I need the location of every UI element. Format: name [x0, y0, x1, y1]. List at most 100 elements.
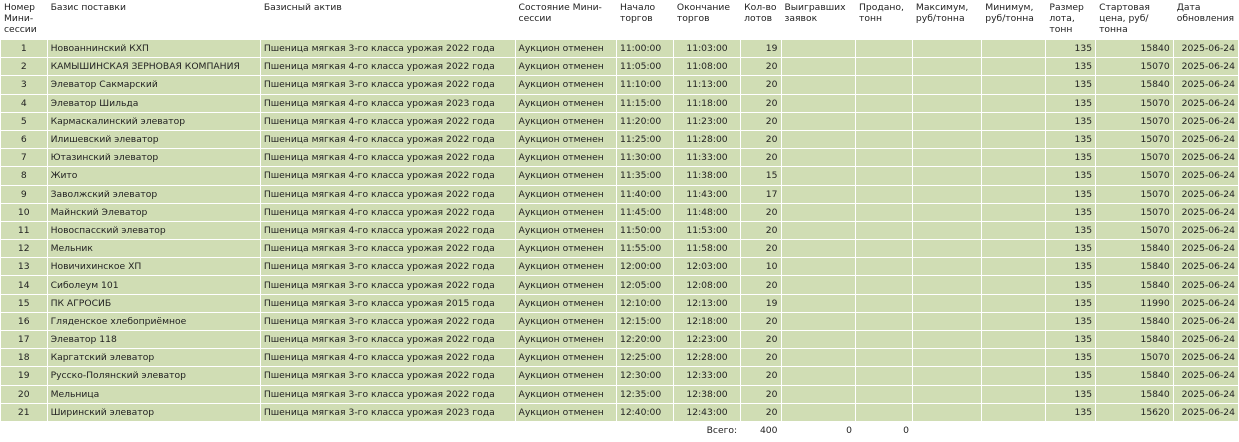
cell-delivery-basis: Майнский Элеватор: [47, 203, 260, 221]
cell-lots-count: 20: [741, 312, 781, 330]
cell-trade-start: 12:25:00: [616, 349, 673, 367]
cell-base-asset: Пшеница мягкая 3-го класса урожая 2022 г…: [260, 276, 515, 294]
cell-session-number: 19: [1, 367, 47, 385]
cell-base-asset: Пшеница мягкая 4-го класса урожая 2022 г…: [260, 349, 515, 367]
cell-trade-end: 11:03:00: [673, 40, 741, 58]
table-row: 6 Илишевский элеватор Пшеница мягкая 4-го …: [1, 130, 1238, 149]
cell-winning-bids: [781, 221, 856, 240]
header-max-price: Максимум, руб/тонна: [915, 2, 969, 24]
cell-max-price: [912, 258, 982, 276]
cell-sold-tons: [856, 403, 912, 421]
cell-session-number: 21: [1, 403, 47, 421]
cell-max-price: [912, 276, 982, 294]
cell-lot-size: 135: [1046, 167, 1096, 185]
totals-spacer: [1, 421, 673, 440]
cell-winning-bids: [781, 185, 856, 203]
cell-trade-end: 12:43:00: [673, 403, 741, 421]
cell-delivery-basis: Ютазинский элеватор: [47, 149, 260, 167]
table-row: 10 Майнский Элеватор Пшеница мягкая 4-го к…: [1, 203, 1238, 221]
cell-session-state: Аукцион отменен: [515, 76, 616, 94]
cell-trade-start: 11:30:00: [616, 149, 673, 167]
header-row: Номер Мини-сессии Базис поставки Базисный …: [1, 1, 1238, 39]
cell-trade-start: 12:40:00: [616, 403, 673, 421]
table-row: 5 Кармаскалинский элеватор Пшеница мягкая …: [1, 112, 1238, 130]
cell-trade-end: 11:18:00: [673, 94, 741, 112]
cell-min-price: [982, 185, 1046, 203]
cell-trade-end: 11:53:00: [673, 221, 741, 240]
cell-start-price: 15070: [1096, 349, 1173, 367]
cell-min-price: [982, 221, 1046, 240]
cell-winning-bids: [781, 276, 856, 294]
cell-winning-bids: [781, 203, 856, 221]
cell-start-price: 15070: [1096, 94, 1173, 112]
cell-session-number: 18: [1, 349, 47, 367]
cell-delivery-basis: Русско-Полянский элеватор: [47, 367, 260, 385]
cell-base-asset: Пшеница мягкая 4-го класса урожая 2022 г…: [260, 167, 515, 185]
cell-trade-start: 11:05:00: [616, 58, 673, 76]
cell-base-asset: Пшеница мягкая 4-го класса урожая 2022 г…: [260, 149, 515, 167]
cell-base-asset: Пшеница мягкая 4-го класса урожая 2023 г…: [260, 94, 515, 112]
table-row: 18 Каргатский элеватор Пшеница мягкая 4-го…: [1, 349, 1238, 367]
cell-trade-start: 11:45:00: [616, 203, 673, 221]
cell-base-asset: Пшеница мягкая 4-го класса урожая 2022 г…: [260, 58, 515, 76]
cell-trade-start: 12:30:00: [616, 367, 673, 385]
cell-update-date: 2025-06-24: [1173, 185, 1238, 203]
cell-max-price: [912, 294, 982, 312]
cell-winning-bids: [781, 58, 856, 76]
table-row: 13 Новичихинское ХП Пшеница мягкая 3-го кл…: [1, 258, 1238, 276]
cell-trade-end: 12:03:00: [673, 258, 741, 276]
table-row: 4 Элеватор Шильда Пшеница мягкая 4-го клас…: [1, 94, 1238, 112]
cell-trade-start: 12:10:00: [616, 294, 673, 312]
cell-trade-end: 12:28:00: [673, 349, 741, 367]
cell-lots-count: 20: [741, 276, 781, 294]
cell-winning-bids: [781, 312, 856, 330]
cell-sold-tons: [856, 112, 912, 130]
cell-base-asset: Пшеница мягкая 3-го класса урожая 2022 г…: [260, 240, 515, 258]
table-row: 12 Мельник Пшеница мягкая 3-го класса урож…: [1, 240, 1238, 258]
cell-lot-size: 135: [1046, 258, 1096, 276]
cell-sold-tons: [856, 167, 912, 185]
totals-label: Всего:: [673, 421, 741, 440]
cell-session-state: Аукцион отменен: [515, 40, 616, 58]
cell-start-price: 15620: [1096, 403, 1173, 421]
header-lots-count: Кол-во лотов: [744, 2, 777, 24]
cell-update-date: 2025-06-24: [1173, 240, 1238, 258]
cell-lot-size: 135: [1046, 221, 1096, 240]
cell-base-asset: Пшеница мягкая 4-го класса урожая 2022 г…: [260, 185, 515, 203]
cell-lot-size: 135: [1046, 349, 1096, 367]
header-winning-bids: Выигравших заявок: [784, 2, 846, 24]
cell-lots-count: 20: [741, 58, 781, 76]
cell-session-state: Аукцион отменен: [515, 312, 616, 330]
cell-delivery-basis: Кармаскалинский элеватор: [47, 112, 260, 130]
cell-max-price: [912, 221, 982, 240]
cell-start-price: 15070: [1096, 167, 1173, 185]
cell-delivery-basis: Новоаннинский КХП: [47, 40, 260, 58]
cell-min-price: [982, 112, 1046, 130]
table-row: 14 Сиболеум 101 Пшеница мягкая 3-го класса…: [1, 276, 1238, 294]
totals-lots: 400: [741, 421, 781, 440]
cell-delivery-basis: Новичихинское ХП: [47, 258, 260, 276]
cell-sold-tons: [856, 149, 912, 167]
cell-session-state: Аукцион отменен: [515, 331, 616, 349]
cell-update-date: 2025-06-24: [1173, 276, 1238, 294]
cell-sold-tons: [856, 276, 912, 294]
header-update-date: Дата обновления: [1176, 2, 1235, 24]
cell-start-price: 15070: [1096, 58, 1173, 76]
cell-lot-size: 135: [1046, 40, 1096, 58]
cell-min-price: [982, 203, 1046, 221]
cell-lots-count: 20: [741, 149, 781, 167]
cell-base-asset: Пшеница мягкая 4-го класса урожая 2022 г…: [260, 130, 515, 149]
table-row: 17 Элеватор 118 Пшеница мягкая 3-го класса…: [1, 331, 1238, 349]
cell-min-price: [982, 367, 1046, 385]
cell-sold-tons: [856, 312, 912, 330]
cell-winning-bids: [781, 403, 856, 421]
cell-lots-count: 20: [741, 403, 781, 421]
cell-trade-end: 12:13:00: [673, 294, 741, 312]
cell-session-state: Аукцион отменен: [515, 385, 616, 403]
cell-start-price: 11990: [1096, 294, 1173, 312]
cell-lots-count: 20: [741, 367, 781, 385]
cell-trade-end: 11:58:00: [673, 240, 741, 258]
cell-lots-count: 20: [741, 76, 781, 94]
cell-start-price: 15840: [1096, 331, 1173, 349]
cell-start-price: 15070: [1096, 149, 1173, 167]
